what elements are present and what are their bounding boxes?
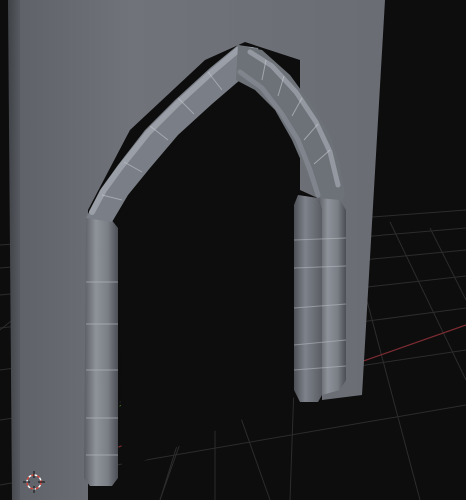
left-column[interactable] — [84, 218, 118, 486]
right-column[interactable] — [293, 195, 347, 402]
3d-viewport[interactable] — [0, 0, 466, 500]
viewport-canvas[interactable] — [0, 0, 466, 500]
